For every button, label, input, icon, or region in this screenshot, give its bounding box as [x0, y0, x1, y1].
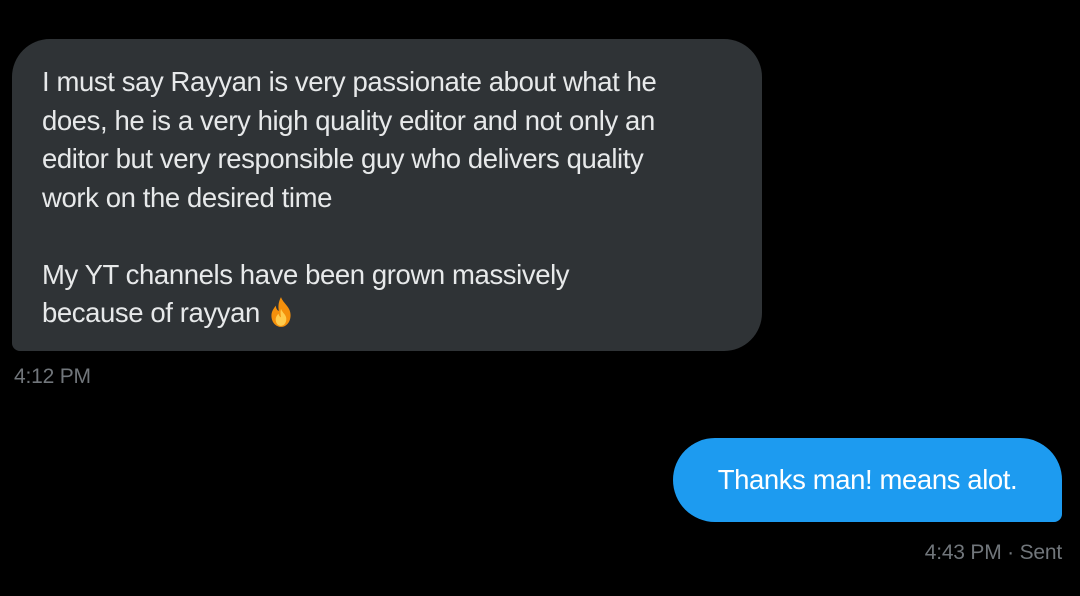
- fire-icon: [271, 297, 291, 327]
- message-line: I must say Rayyan is very passionate abo…: [42, 66, 657, 97]
- received-message-timestamp: 4:12 PM: [14, 365, 91, 388]
- message-line: does, he is a very high quality editor a…: [42, 104, 655, 136]
- message-line: My YT channels have been grown massively: [42, 258, 570, 290]
- message-line-text: because of rayyan: [42, 297, 260, 328]
- message-line: work on the desired time: [42, 181, 332, 213]
- sent-message-text: Thanks man! means alot.: [717, 464, 1018, 495]
- message-line: editor but very responsible guy who deli…: [42, 143, 644, 174]
- message-line-with-emoji: because of rayyan: [42, 294, 732, 333]
- sent-message-status: 4:43 PM · Sent: [924, 541, 1062, 564]
- sent-message-bubble[interactable]: Thanks man! means alot.: [673, 438, 1062, 522]
- received-message-bubble[interactable]: I must say Rayyan is very passionate abo…: [12, 39, 762, 351]
- message-line-blank: [42, 217, 732, 256]
